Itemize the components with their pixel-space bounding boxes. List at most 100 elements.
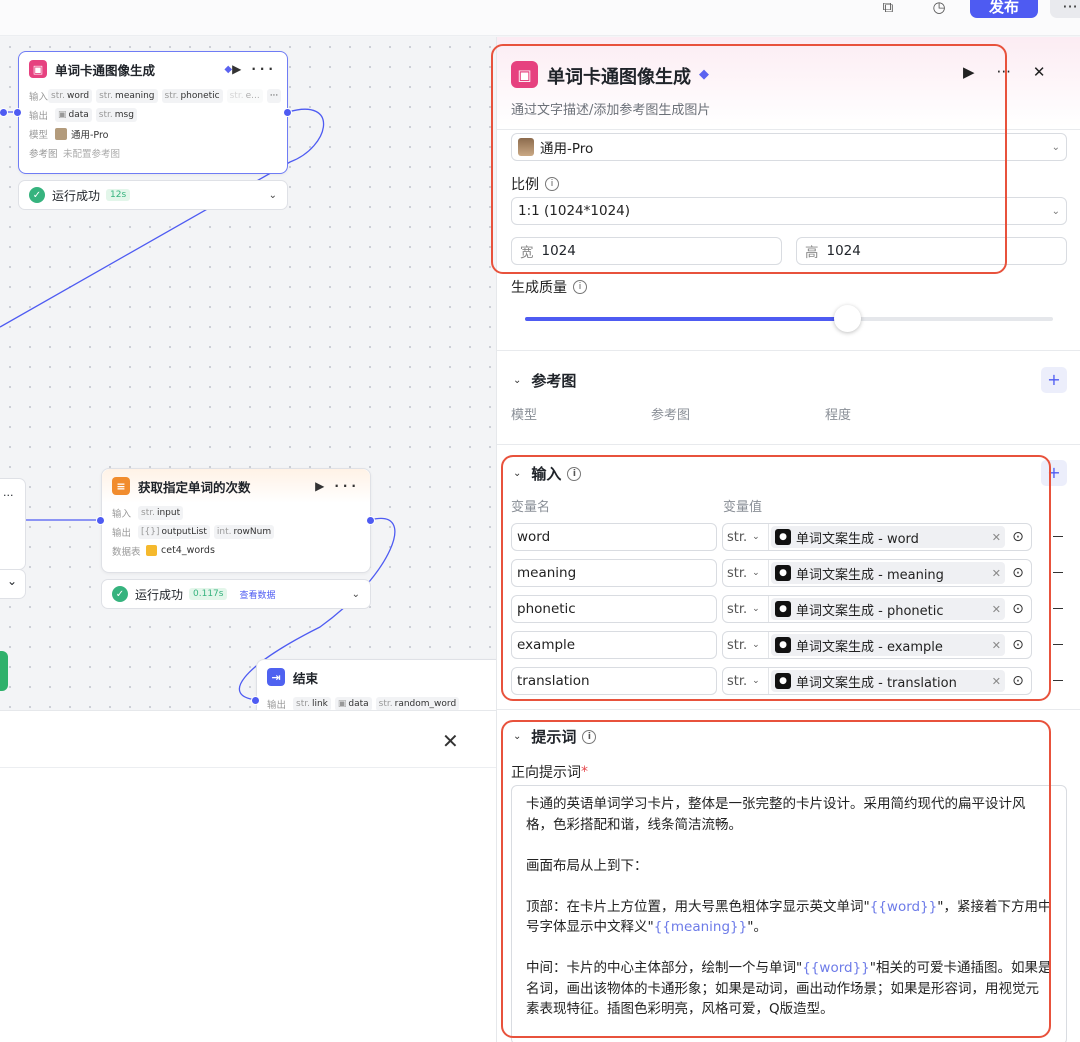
more-menu-button[interactable]: ··· xyxy=(1050,0,1080,18)
positive-prompt-label: 正向提示词 * xyxy=(511,762,588,782)
panel-title[interactable]: 单词卡通图像生成 xyxy=(547,63,691,89)
width-label: 宽 xyxy=(520,245,534,261)
variable-name-input[interactable]: example xyxy=(511,631,717,659)
image-generation-node[interactable]: ▣ 单词卡通图像生成 ◆ ▶ ··· 输入 str. word str. meani… xyxy=(18,51,288,174)
remove-icon[interactable]: ✕ xyxy=(992,567,1001,580)
variable-value-field[interactable]: str. ⌄ ● 单词文案生成 - phonetic ✕ ⊙ xyxy=(722,595,1032,623)
view-data-link[interactable]: 查看数据 xyxy=(239,588,275,601)
type-select[interactable]: str. ⌄ xyxy=(723,632,769,658)
remove-row-icon[interactable] xyxy=(1053,608,1063,609)
chevron-down-icon[interactable]: ⌄ xyxy=(513,468,521,479)
chevron-down-icon[interactable]: ⌄ xyxy=(352,589,360,600)
chip-name: link xyxy=(311,698,328,709)
ratio-select[interactable]: 1:1 (1024*1024) ⌄ xyxy=(511,197,1067,225)
ratio-value: 1:1 (1024*1024) xyxy=(518,203,631,219)
slider-thumb[interactable] xyxy=(834,305,862,332)
copy-icon[interactable]: ⧉ xyxy=(873,0,903,22)
partial-node[interactable]: ··· xyxy=(0,478,26,570)
inputs-more-chip[interactable]: ··· xyxy=(266,88,282,103)
required-mark: * xyxy=(581,764,588,780)
variable-name-input[interactable]: word xyxy=(511,523,717,551)
panel-description: 通过文字描述/添加参考图生成图片 xyxy=(511,103,711,118)
reference-chip[interactable]: ● 单词文案生成 - example ✕ xyxy=(771,634,1005,656)
run-node-icon[interactable]: ▶ xyxy=(232,62,245,76)
type-select[interactable]: str. ⌄ xyxy=(723,668,769,694)
partial-status-bar[interactable]: ⌄ xyxy=(0,569,26,599)
remove-row-icon[interactable] xyxy=(1053,680,1063,681)
type-select[interactable]: str. ⌄ xyxy=(723,560,769,586)
reference-chip[interactable]: ● 单词文案生成 - phonetic ✕ xyxy=(771,598,1005,620)
add-input-button[interactable]: + xyxy=(1041,460,1067,486)
history-icon[interactable]: ◷ xyxy=(924,0,954,22)
remove-row-icon[interactable] xyxy=(1053,572,1063,573)
reference-chip[interactable]: ● 单词文案生成 - word ✕ xyxy=(771,526,1005,548)
chevron-down-icon[interactable]: ⌄ xyxy=(513,375,521,386)
variable-value-field[interactable]: str. ⌄ ● 单词文案生成 - translation ✕ ⊙ xyxy=(722,667,1032,695)
partial-node[interactable] xyxy=(0,651,8,691)
chevron-down-icon[interactable]: ⌄ xyxy=(269,190,277,201)
close-icon[interactable]: ✕ xyxy=(442,729,459,753)
node-more-icon[interactable]: ··· xyxy=(251,62,277,76)
type-select[interactable]: str. ⌄ xyxy=(723,524,769,550)
chevron-down-icon[interactable]: ⌄ xyxy=(7,574,17,588)
remove-icon[interactable]: ✕ xyxy=(992,639,1001,652)
variable-name-input[interactable]: translation xyxy=(511,667,717,695)
output-chip: ▣ data xyxy=(334,696,372,711)
add-reference-button[interactable]: + xyxy=(1041,367,1067,393)
width-input[interactable]: 宽 1024 xyxy=(511,237,782,265)
run-node-icon[interactable]: ▶ xyxy=(315,479,328,493)
database-node[interactable]: ≡ 获取指定单词的次数 ▶ ··· 输入 str. input 输出 [{}] ou… xyxy=(101,468,371,573)
run-icon[interactable]: ▶ xyxy=(963,63,975,81)
model-select[interactable]: 通用-Pro ⌄ xyxy=(511,133,1067,161)
reference-section-header[interactable]: ⌄ 参考图 xyxy=(513,370,576,391)
prompt-section-header[interactable]: ⌄ 提示词 i xyxy=(513,726,597,747)
remove-row-icon[interactable] xyxy=(1053,644,1063,645)
variable-value-field[interactable]: str. ⌄ ● 单词文案生成 - example ✕ ⊙ xyxy=(722,631,1032,659)
variable-picker-icon[interactable]: ⊙ xyxy=(1007,673,1029,689)
divider xyxy=(497,709,1080,710)
variable-picker-icon[interactable]: ⊙ xyxy=(1007,529,1029,545)
positive-prompt-textarea[interactable]: 卡通的英语单词学习卡片，整体是一张完整的卡片设计。采用简约现代的扁平设计风格，色… xyxy=(511,785,1067,1042)
close-icon[interactable]: ✕ xyxy=(1033,63,1046,81)
chevron-down-icon: ⌄ xyxy=(752,640,760,650)
input-variable-row: meaning str. ⌄ ● 单词文案生成 - meaning ✕ ⊙ xyxy=(511,559,1080,587)
inputs-section-header[interactable]: ⌄ 输入 i xyxy=(513,463,582,484)
variable-picker-icon[interactable]: ⊙ xyxy=(1007,601,1029,617)
node-more-icon[interactable]: ··· xyxy=(334,479,360,493)
input-port[interactable] xyxy=(251,696,260,705)
input-port[interactable] xyxy=(13,108,22,117)
remove-icon[interactable]: ✕ xyxy=(992,531,1001,544)
variable-picker-icon[interactable]: ⊙ xyxy=(1007,637,1029,653)
reference-chip[interactable]: ● 单词文案生成 - meaning ✕ xyxy=(771,562,1005,584)
run-status-bar[interactable]: ✓ 运行成功 12s ⌄ xyxy=(18,180,288,210)
node-title: 单词卡通图像生成 xyxy=(55,62,156,78)
more-icon[interactable]: ··· xyxy=(997,63,1011,81)
divider xyxy=(497,350,1080,351)
quality-slider[interactable] xyxy=(525,305,1053,332)
chevron-down-icon[interactable]: ⌄ xyxy=(513,731,521,742)
status-text: 运行成功 xyxy=(135,587,184,602)
height-input[interactable]: 高 1024 xyxy=(796,237,1067,265)
output-port[interactable] xyxy=(366,516,375,525)
node-more-icon[interactable]: ··· xyxy=(3,489,14,502)
variable-picker-icon[interactable]: ⊙ xyxy=(1007,565,1029,581)
variable-name-input[interactable]: phonetic xyxy=(511,595,717,623)
run-status-bar[interactable]: ✓ 运行成功 0.117s 查看数据 ⌄ xyxy=(101,579,371,609)
input-port[interactable] xyxy=(96,516,105,525)
info-icon[interactable]: i xyxy=(545,177,559,191)
output-port[interactable] xyxy=(283,108,292,117)
variable-value-field[interactable]: str. ⌄ ● 单词文案生成 - word ✕ ⊙ xyxy=(722,523,1032,551)
info-icon[interactable]: i xyxy=(573,280,587,294)
remove-icon[interactable]: ✕ xyxy=(992,603,1001,616)
input-chip: str. input xyxy=(138,505,184,520)
remove-row-icon[interactable] xyxy=(1053,536,1063,537)
variable-name-input[interactable]: meaning xyxy=(511,559,717,587)
type-select[interactable]: str. ⌄ xyxy=(723,596,769,622)
publish-button[interactable]: 发布 xyxy=(970,0,1038,18)
remove-icon[interactable]: ✕ xyxy=(992,675,1001,688)
reference-chip[interactable]: ● 单词文案生成 - translation ✕ xyxy=(771,670,1005,692)
info-icon[interactable]: i xyxy=(582,729,597,744)
output-chip: str. msg xyxy=(95,107,137,122)
variable-value-field[interactable]: str. ⌄ ● 单词文案生成 - meaning ✕ ⊙ xyxy=(722,559,1032,587)
info-icon[interactable]: i xyxy=(567,466,582,481)
